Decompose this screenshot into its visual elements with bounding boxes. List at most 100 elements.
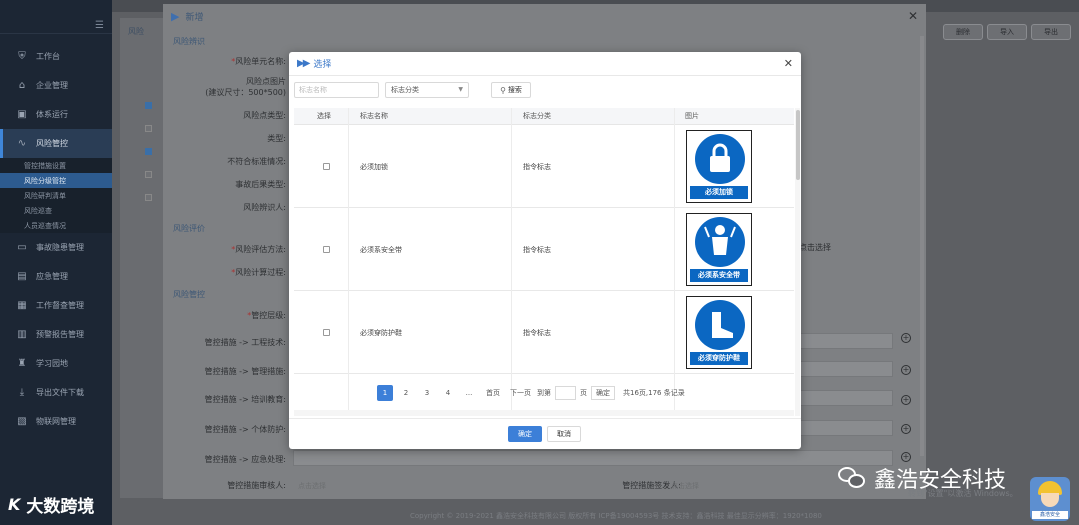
import-button[interactable]: 导入 — [987, 24, 1027, 40]
emergency-input[interactable] — [293, 450, 893, 466]
sidebar-item-label: 企业管理 — [36, 81, 68, 90]
sign-image: 必须系安全带 — [686, 213, 752, 286]
sign-table: 选择 标志名称 标志分类 图片 必须加锁 指令标志 必须加锁 必须系安全带 指令… — [294, 108, 800, 416]
sidebar-item-emergency[interactable]: ▤ 应急管理 — [0, 262, 112, 291]
sidebar-subitem-active[interactable]: 风险分级管控 — [0, 173, 112, 188]
row-checkbox[interactable] — [145, 148, 152, 155]
column-divider — [511, 108, 512, 416]
click-select-link[interactable]: 点击选择 — [799, 242, 831, 253]
toolbar: 删除 导入 导出 — [943, 24, 1071, 40]
add-dialog-title: 新增 — [185, 12, 204, 23]
sign-text: 必须系安全带 — [690, 269, 748, 282]
close-icon[interactable]: ✕ — [784, 57, 793, 70]
chart-icon: ∿ — [17, 138, 27, 149]
sign-category-cell: 指令标志 — [523, 162, 551, 171]
folder-icon: ▤ — [17, 271, 27, 282]
add-circle-icon[interactable]: + — [901, 395, 911, 405]
section-control: 风险管控 — [173, 290, 205, 299]
goto-page-input[interactable] — [555, 386, 576, 400]
sidebar-item-system[interactable]: ▣ 体系运行 — [0, 100, 112, 129]
sign-name-cell: 必须加锁 — [360, 162, 388, 171]
sidebar-item-warning[interactable]: ▥ 预警报告管理 — [0, 320, 112, 349]
next-page-link[interactable]: 下一页 — [510, 388, 531, 398]
sidebar-subitem[interactable]: 管控措施设置 — [0, 158, 112, 173]
page-3-button[interactable]: 3 — [419, 385, 435, 401]
sign-image-cell: 必须加锁 — [680, 125, 752, 208]
table-row[interactable]: 必须加锁 指令标志 必须加锁 — [294, 125, 794, 208]
confirm-button[interactable]: 确定 — [508, 426, 542, 442]
sidebar-header: ☰ — [0, 0, 112, 34]
cancel-button[interactable]: 取消 — [547, 426, 581, 442]
sidebar-item-download[interactable]: ⤓ 导出文件下载 — [0, 378, 112, 407]
add-circle-icon[interactable]: + — [901, 333, 911, 343]
row-select-checkbox[interactable] — [323, 329, 330, 336]
sign-name-input[interactable] — [294, 82, 379, 98]
field-label: 风险辨识人: — [243, 203, 286, 212]
row-checkbox[interactable] — [145, 194, 152, 201]
sidebar-item-label: 工作督查管理 — [36, 301, 84, 310]
vertical-scrollbar[interactable] — [795, 108, 800, 416]
sidebar-item-workbench[interactable]: ⛨ 工作台 — [0, 42, 112, 71]
checkbox-cell — [317, 208, 330, 291]
sidebar-item-label: 物联网管理 — [36, 417, 76, 426]
sidebar-item-label: 预警报告管理 — [36, 330, 84, 339]
row-select-checkbox[interactable] — [323, 163, 330, 170]
sidebar-item-label: 风险管控 — [36, 139, 68, 148]
horizontal-scrollbar[interactable] — [294, 410, 794, 416]
search-icon: ⚲ — [500, 85, 506, 95]
field-label: *风险单元名称: — [231, 57, 286, 66]
reviewer-placeholder[interactable]: 点击选择 — [298, 481, 326, 491]
sidebar-subitem[interactable]: 风险研判清单 — [0, 188, 112, 203]
row-select-checkbox[interactable] — [323, 246, 330, 253]
add-circle-icon[interactable]: + — [901, 452, 911, 462]
sidebar-item-label: 体系运行 — [36, 110, 68, 119]
sign-category-select[interactable]: 标志分类 ▼ — [385, 82, 469, 98]
scrollbar-thumb[interactable] — [796, 110, 800, 180]
checkbox-cell — [317, 125, 330, 208]
field-label: 管控措施审核人: — [227, 481, 286, 490]
goto-confirm-button[interactable]: 确定 — [591, 386, 615, 400]
sidebar-item-iot[interactable]: ▧ 物联网管理 — [0, 407, 112, 436]
row-checkbox[interactable] — [145, 125, 152, 132]
menu-toggle-icon[interactable]: ☰ — [95, 20, 104, 31]
row-checkbox[interactable] — [145, 171, 152, 178]
sidebar-item-label: 工作台 — [36, 52, 60, 61]
sidebar-item-hazard[interactable]: ▭ 事故隐患管理 — [0, 233, 112, 262]
sidebar-item-risk-control[interactable]: ∿ 风险管控 — [0, 129, 112, 158]
add-circle-icon[interactable]: + — [901, 424, 911, 434]
delete-button[interactable]: 删除 — [943, 24, 983, 40]
sidebar-item-inspection[interactable]: ▦ 工作督查管理 — [0, 291, 112, 320]
table-row[interactable]: 必须穿防护鞋 指令标志 必须穿防护鞋 — [294, 291, 794, 374]
signer-placeholder[interactable]: 点击选择 — [671, 481, 699, 491]
row-checkbox[interactable] — [145, 102, 152, 109]
add-circle-icon[interactable]: + — [901, 365, 911, 375]
page-2-button[interactable]: 2 — [398, 385, 414, 401]
brand-watermark-left: K 大数跨境 — [8, 492, 94, 517]
select-dialog-header: ▶▶ 选择 — [289, 52, 801, 76]
page-ellipsis: ... — [465, 389, 473, 397]
brand-logo-icon: K — [8, 495, 21, 514]
first-page-link[interactable]: 首页 — [486, 388, 500, 398]
add-dialog-header: ▶ 新增 — [163, 4, 926, 28]
select-dialog: ▶▶ 选择 ✕ 标志分类 ▼ ⚲ 搜索 选择 标志名称 标志分类 图片 必须加锁… — [289, 52, 801, 449]
export-button[interactable]: 导出 — [1031, 24, 1071, 40]
sidebar-subitem[interactable]: 风险巡查 — [0, 203, 112, 218]
sidebar-item-learning[interactable]: ♜ 学习园地 — [0, 349, 112, 378]
section-evaluation: 风险评价 — [173, 224, 205, 233]
search-button[interactable]: ⚲ 搜索 — [491, 82, 531, 98]
close-icon[interactable]: ✕ — [908, 9, 918, 23]
page-4-button[interactable]: 4 — [440, 385, 456, 401]
sign-image: 必须加锁 — [686, 130, 752, 203]
field-label: *管控层级: — [247, 311, 286, 320]
column-header: 图片 — [685, 112, 699, 120]
sidebar-subitem[interactable]: 人员巡查情况 — [0, 218, 112, 233]
search-label: 搜索 — [507, 86, 522, 94]
field-label: 不符合标准情况: — [227, 157, 286, 166]
sign-image-cell: 必须穿防护鞋 — [680, 291, 752, 374]
sidebar-item-label: 事故隐患管理 — [36, 243, 84, 252]
sidebar-item-enterprise[interactable]: ⌂ 企业管理 — [0, 71, 112, 100]
sign-text: 必须穿防护鞋 — [690, 352, 748, 365]
page-1-button[interactable]: 1 — [377, 385, 393, 401]
table-row[interactable]: 必须系安全带 指令标志 必须系安全带 — [294, 208, 794, 291]
scrollbar[interactable] — [920, 36, 924, 456]
